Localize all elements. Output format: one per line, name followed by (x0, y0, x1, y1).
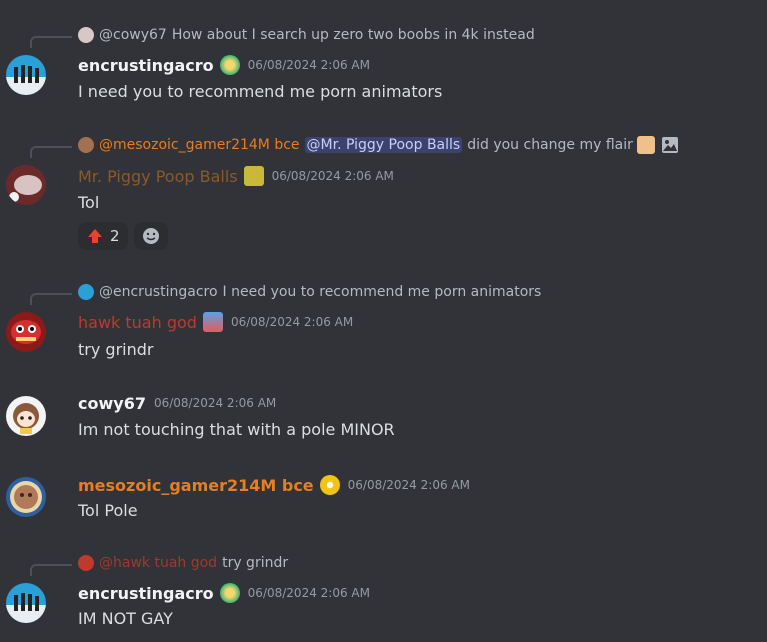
message-text: Tol Pole (78, 501, 138, 520)
timestamp: 06/08/2024 2:06 AM (271, 169, 394, 183)
add-reaction-button[interactable] (133, 222, 168, 250)
avatar[interactable] (6, 396, 46, 436)
avatar[interactable] (6, 312, 46, 352)
reply-preview[interactable]: @cowy67 How about I search up zero two b… (78, 25, 535, 45)
role-badge-icon (243, 166, 264, 186)
reply-avatar (78, 27, 94, 43)
message-header: cowy67 06/08/2024 2:06 AM (78, 392, 276, 414)
shocked-emoji-icon (319, 475, 340, 495)
smiley-icon (142, 228, 159, 244)
reaction-upvote[interactable]: 2 (78, 222, 128, 250)
message-header: mesozoic_gamer214M bce 06/08/2024 2:06 A… (78, 474, 470, 496)
username[interactable]: hawk tuah god (78, 313, 197, 332)
username[interactable]: cowy67 (78, 394, 146, 413)
reply-avatar (78, 555, 94, 571)
reply-text: I need you to recommend me porn animator… (222, 284, 542, 300)
reply-preview[interactable]: @encrustingacro I need you to recommend … (78, 282, 541, 302)
avatar[interactable] (6, 583, 46, 623)
reply-connector (30, 36, 72, 48)
message-header: Mr. Piggy Poop Balls 06/08/2024 2:06 AM (78, 165, 394, 187)
message-header: hawk tuah god 06/08/2024 2:06 AM (78, 311, 353, 333)
reply-connector (30, 293, 72, 305)
timestamp: 06/08/2024 2:06 AM (347, 478, 470, 492)
image-icon (661, 137, 678, 153)
reply-preview[interactable]: @hawk tuah god try grindr (78, 553, 288, 573)
message-text: IM NOT GAY (78, 609, 173, 628)
message-text: I need you to recommend me porn animator… (78, 82, 443, 101)
role-badge-icon (202, 312, 223, 332)
timestamp: 06/08/2024 2:06 AM (153, 396, 277, 410)
username[interactable]: encrustingacro (78, 56, 214, 75)
avatar[interactable] (6, 477, 46, 517)
reply-username[interactable]: @hawk tuah god (99, 555, 217, 571)
message-header: encrustingacro 06/08/2024 2:06 AM (78, 54, 370, 76)
up-arrow-icon (88, 229, 102, 243)
face-emoji-icon (636, 136, 655, 154)
reply-preview[interactable]: @mesozoic_gamer214M bce @Mr. Piggy Poop … (78, 135, 679, 155)
message-header: encrustingacro 06/08/2024 2:06 AM (78, 582, 370, 604)
reply-username[interactable]: @cowy67 (99, 27, 167, 43)
username[interactable]: Mr. Piggy Poop Balls (78, 167, 238, 186)
reply-avatar (78, 137, 94, 153)
message-text: Im not touching that with a pole MINOR (78, 420, 395, 439)
timestamp: 06/08/2024 2:06 AM (230, 315, 354, 329)
avatar[interactable] (6, 55, 46, 95)
avatar[interactable] (6, 165, 46, 205)
user-mention[interactable]: @Mr. Piggy Poop Balls (304, 137, 463, 153)
reply-text: try grindr (222, 555, 289, 571)
reply-avatar (78, 284, 94, 300)
reply-username[interactable]: @encrustingacro (99, 284, 218, 300)
timestamp: 06/08/2024 2:06 AM (247, 58, 370, 72)
flower-badge-icon (219, 55, 240, 75)
reply-connector (30, 146, 72, 158)
reaction-count: 2 (110, 227, 120, 245)
reply-connector (30, 564, 72, 576)
timestamp: 06/08/2024 2:06 AM (247, 586, 370, 600)
message-text: Tol (78, 193, 100, 212)
message-text: try grindr (78, 340, 154, 359)
username[interactable]: encrustingacro (78, 584, 214, 603)
reactions-bar: 2 (78, 222, 168, 250)
username[interactable]: mesozoic_gamer214M bce (78, 476, 314, 495)
reply-text: How about I search up zero two boobs in … (171, 27, 535, 43)
flower-badge-icon (219, 583, 240, 603)
reply-text: did you change my flair (467, 137, 633, 153)
reply-username[interactable]: @mesozoic_gamer214M bce (99, 137, 300, 153)
